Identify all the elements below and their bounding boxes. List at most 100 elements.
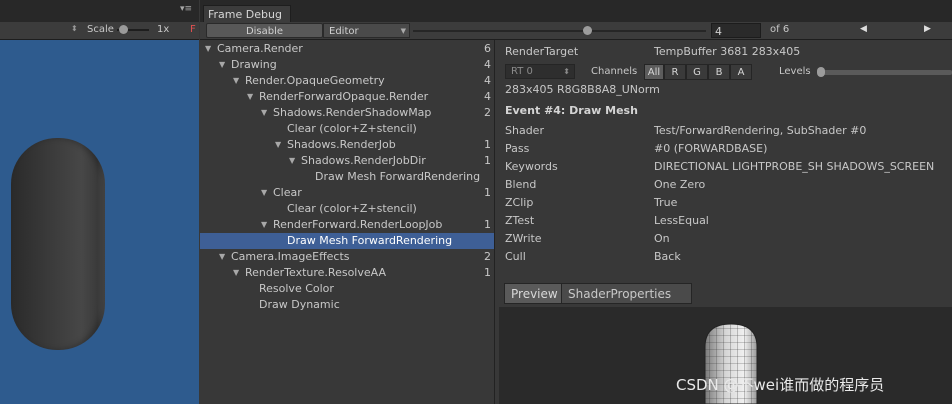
channel-button[interactable]: B [708,64,730,80]
disable-button[interactable]: Disable [206,23,323,38]
tree-row-count: 4 [484,74,491,87]
expand-arrow-icon[interactable]: ▼ [261,185,267,201]
tree-row[interactable]: ▼ Drawing 4 [200,57,494,73]
maximize-on-play-button[interactable]: F [190,24,196,35]
property-value: True [654,196,678,209]
resolution-dropdown-arrow-icon[interactable]: ⬍ [71,24,78,33]
tree-row[interactable]: ▼ Shadows.RenderShadowMap 2 [200,105,494,121]
scale-value: 1x [157,24,170,35]
chevron-updown-icon: ⬍ [563,67,570,76]
texture-format-text: 283x405 R8G8B8A8_UNorm [505,83,660,96]
levels-label: Levels [779,66,811,77]
tree-row-count: 2 [484,106,491,119]
event-tree: ▼ Camera.Render 6 ▼ Drawing 4 ▼ Render.OpaqueGe… [200,40,495,404]
editor-dropdown[interactable]: Editor ▼ [323,23,410,38]
expand-arrow-icon[interactable]: ▼ [261,105,267,121]
property-value: DIRECTIONAL LIGHTPROBE_SH SHADOWS_SCREEN [654,160,935,173]
rt-select-dropdown[interactable]: RT 0 ⬍ [505,64,575,79]
property-key: Keywords [505,160,558,173]
tree-row[interactable]: Clear (color+Z+stencil) [200,201,494,217]
tab-shader-properties[interactable]: ShaderProperties [561,283,692,304]
tree-row-label: Resolve Color [259,282,334,295]
tree-row-count: 1 [484,186,491,199]
tree-row-count: 6 [484,42,491,55]
tab-preview[interactable]: Preview [504,283,565,304]
tree-row[interactable]: Draw Mesh ForwardRendering [200,233,494,249]
property-value: LessEqual [654,214,709,227]
property-value: Back [654,250,681,263]
event-index-field[interactable]: 4 [711,23,761,38]
tree-row[interactable]: ▼ Render.OpaqueGeometry 4 [200,73,494,89]
channel-button[interactable]: G [686,64,708,80]
tree-row-label: RenderTexture.ResolveAA [245,266,386,279]
property-value: On [654,232,670,245]
editor-dropdown-label: Editor [329,26,359,37]
panel-menu-icon[interactable]: ▾≡ [180,4,192,14]
scale-slider-thumb[interactable] [119,25,128,34]
tree-row-label: Camera.Render [217,42,303,55]
tree-row[interactable]: ▼ RenderForward.RenderLoopJob 1 [200,217,494,233]
render-target-label: RenderTarget [505,45,579,58]
expand-arrow-icon[interactable]: ▼ [233,73,239,89]
frame-debug-tab[interactable]: Frame Debug [203,5,291,22]
tree-row[interactable]: ▼ Camera.Render 6 [200,41,494,57]
property-value: Test/ForwardRendering, SubShader #0 [654,124,867,137]
expand-arrow-icon[interactable]: ▼ [233,265,239,281]
frame-debug-tab-bar [200,0,952,23]
watermark-text: CSDN @不wei谁而做的程序员 [676,376,885,394]
tree-row[interactable]: ▼ Camera.ImageEffects 2 [200,249,494,265]
tree-row-label: RenderForwardOpaque.Render [259,90,429,103]
rt-select-label: RT 0 [511,66,533,77]
tree-row[interactable]: Draw Mesh ForwardRendering [200,169,494,185]
channel-button[interactable]: R [664,64,686,80]
tree-row[interactable]: Resolve Color [200,281,494,297]
tree-row-label: Render.OpaqueGeometry [245,74,385,87]
property-key: ZClip [505,196,534,209]
expand-arrow-icon[interactable]: ▼ [261,217,267,233]
expand-arrow-icon[interactable]: ▼ [205,41,211,57]
levels-slider-thumb[interactable] [817,67,825,77]
game-view-panel: ▾≡ ⬍ Scale 1x F [0,0,199,404]
event-slider-thumb[interactable] [583,26,592,35]
previous-event-icon[interactable]: ◀ [860,24,867,34]
tree-row-label: Shadows.RenderJobDir [301,154,426,167]
tree-row[interactable]: ▼ Clear 1 [200,185,494,201]
expand-arrow-icon[interactable]: ▼ [275,137,281,153]
tree-row-label: Draw Mesh ForwardRendering [315,170,481,183]
tree-row-label: Clear [273,186,302,199]
event-title: Event #4: Draw Mesh [505,104,638,117]
levels-slider-track[interactable] [819,70,952,75]
property-key: Shader [505,124,544,137]
tree-row-count: 4 [484,58,491,71]
channels-label: Channels [591,66,638,77]
expand-arrow-icon[interactable]: ▼ [247,89,253,105]
property-key: ZTest [505,214,535,227]
game-render-view [0,40,199,404]
tree-row[interactable]: ▼ Shadows.RenderJob 1 [200,137,494,153]
expand-arrow-icon[interactable]: ▼ [219,249,225,265]
event-count-label: of 6 [770,24,790,35]
channel-button[interactable]: All [644,64,664,80]
tree-row-label: Draw Mesh ForwardRendering [287,234,453,247]
channel-button[interactable]: A [730,64,752,80]
tree-row-label: Shadows.RenderShadowMap [273,106,432,119]
expand-arrow-icon[interactable]: ▼ [219,57,225,73]
tree-row-count: 1 [484,154,491,167]
render-target-value: TempBuffer 3681 283x405 [654,45,801,58]
tree-row[interactable]: Draw Dynamic [200,297,494,313]
tree-row-label: Clear (color+Z+stencil) [287,122,417,135]
tree-row-label: Clear (color+Z+stencil) [287,202,417,215]
tree-row-label: Shadows.RenderJob [287,138,396,151]
tree-row-label: RenderForward.RenderLoopJob [273,218,443,231]
event-slider-track[interactable] [413,30,706,32]
tree-row-count: 1 [484,138,491,151]
tree-row[interactable]: Clear (color+Z+stencil) [200,121,494,137]
tree-row[interactable]: ▼ RenderTexture.ResolveAA 1 [200,265,494,281]
property-value: One Zero [654,178,706,191]
tree-row[interactable]: ▼ Shadows.RenderJobDir 1 [200,153,494,169]
tree-row[interactable]: ▼ RenderForwardOpaque.Render 4 [200,89,494,105]
next-event-icon[interactable]: ▶ [924,24,931,34]
property-value: #0 (FORWARDBASE) [654,142,768,155]
expand-arrow-icon[interactable]: ▼ [289,153,295,169]
tree-row-label: Camera.ImageEffects [231,250,350,263]
